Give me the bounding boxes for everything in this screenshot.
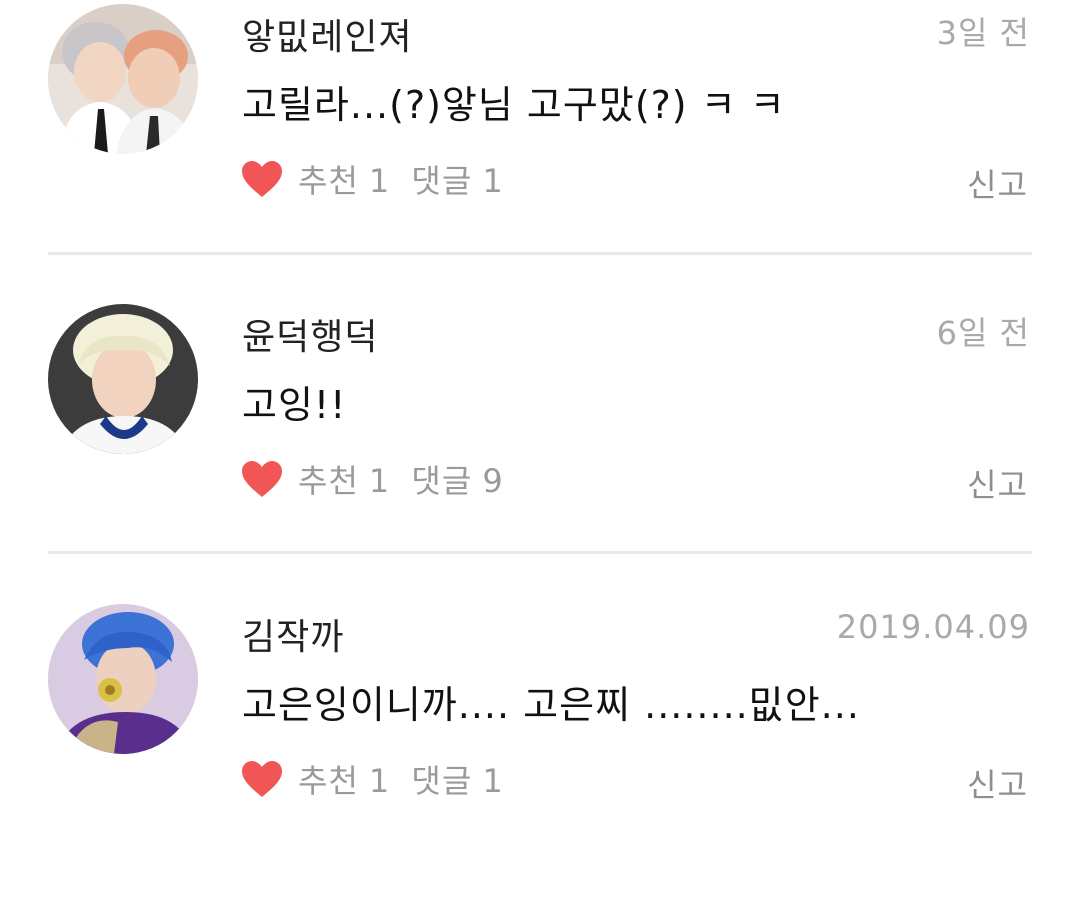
report-button[interactable]: 신고	[967, 760, 1028, 806]
recommend-count: 1	[368, 462, 391, 500]
two-people-selfie-avatar-icon	[48, 4, 198, 154]
username[interactable]: 윤덕행덕	[242, 308, 378, 360]
comment-text: 고릴라...(?)앟님 고구맜(?) ㅋ ㅋ	[242, 83, 786, 127]
blue-hair-person-avatar-icon	[48, 604, 198, 754]
reply-label[interactable]: 댓글	[411, 162, 472, 200]
blonde-person-avatar-icon	[48, 304, 198, 454]
user-avatar[interactable]	[48, 604, 198, 754]
heart-icon[interactable]	[240, 759, 284, 799]
comment-item: 윤덕행덕 6일 전 고잉!! 추천 1 댓글 9 신고	[0, 300, 1080, 600]
timestamp: 3일 전	[936, 14, 1030, 52]
timestamp: 2019.04.09	[836, 608, 1030, 646]
recommend-label: 추천	[298, 162, 359, 200]
comment-meta: 추천 1 댓글 1	[298, 156, 514, 202]
comment-meta: 추천 1 댓글 9	[298, 456, 514, 502]
recommend-label: 추천	[298, 462, 359, 500]
reply-count[interactable]: 9	[482, 462, 503, 500]
timestamp: 6일 전	[936, 314, 1030, 352]
reply-label[interactable]: 댓글	[411, 762, 472, 800]
report-button[interactable]: 신고	[967, 160, 1028, 206]
report-button[interactable]: 신고	[967, 460, 1028, 506]
recommend-count: 1	[368, 762, 391, 800]
comment-item: 앟밊레인져 3일 전 고릴라...(?)앟님 고구맜(?) ㅋ ㅋ 추천 1 댓글…	[0, 0, 1080, 300]
comment-meta: 추천 1 댓글 1	[298, 756, 514, 802]
reply-count[interactable]: 1	[482, 162, 503, 200]
recommend-label: 추천	[298, 762, 359, 800]
user-avatar[interactable]	[48, 4, 198, 154]
comment-text: 고은잉이니까.... 고은찌 ........밊안...	[242, 683, 860, 727]
comment-actions: 추천 1 댓글 9	[240, 456, 514, 502]
comment-actions: 추천 1 댓글 1	[240, 756, 514, 802]
comment-text: 고잉!!	[242, 383, 347, 427]
comment-list: 앟밊레인져 3일 전 고릴라...(?)앟님 고구맜(?) ㅋ ㅋ 추천 1 댓글…	[0, 0, 1080, 810]
divider	[48, 252, 1032, 255]
comment-item: 김작까 2019.04.09 고은잉이니까.... 고은찌 ........밊안…	[0, 600, 1080, 900]
recommend-count: 1	[368, 162, 391, 200]
heart-icon[interactable]	[240, 459, 284, 499]
comment-actions: 추천 1 댓글 1	[240, 156, 514, 202]
username[interactable]: 앟밊레인져	[242, 8, 413, 60]
user-avatar[interactable]	[48, 304, 198, 454]
reply-label[interactable]: 댓글	[411, 462, 472, 500]
reply-count[interactable]: 1	[482, 762, 503, 800]
heart-icon[interactable]	[240, 159, 284, 199]
username[interactable]: 김작까	[242, 608, 344, 660]
divider	[48, 551, 1032, 554]
